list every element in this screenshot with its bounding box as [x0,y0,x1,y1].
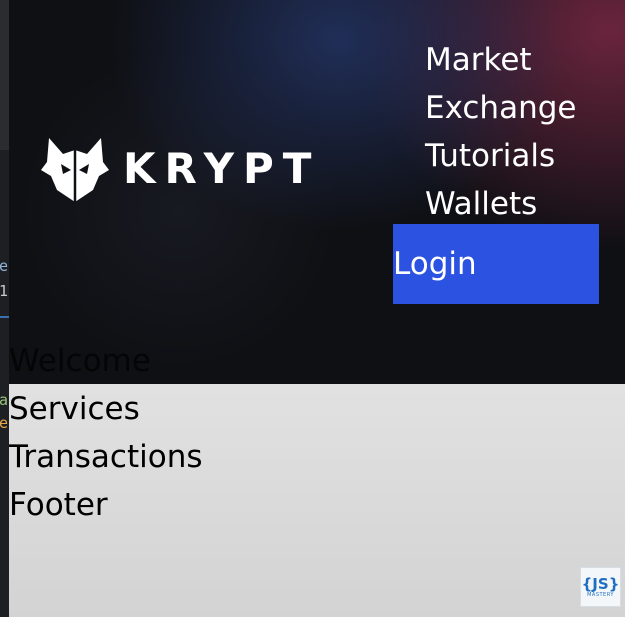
editor-glyph: e [0,257,9,275]
editor-glyph: a [0,391,9,409]
nav-item-exchange[interactable]: Exchange [425,84,576,132]
section-services: Services [9,391,140,427]
editor-glyph: 1 [0,282,9,300]
main-nav: Market Exchange Tutorials Wallets [425,36,576,228]
editor-divider [0,316,9,318]
brand-name: KRYPT [123,144,321,193]
js-mastery-watermark: {JS} MASTERY [580,567,621,607]
editor-panel-block [0,0,9,150]
section-transactions: Transactions [9,439,203,475]
section-list: Welcome Services Transactions Footer [9,337,203,529]
watermark-subtitle: MASTERY [587,591,614,598]
section-footer: Footer [9,487,108,523]
editor-glyph: e [0,414,9,432]
code-editor-edge: e 1 a e [0,0,9,617]
brand-logo[interactable]: KRYPT [41,134,320,204]
app-page: KRYPT Market Exchange Tutorials Wallets … [9,0,625,617]
login-button[interactable]: Login [393,224,599,304]
fox-mask-icon [41,138,109,202]
nav-item-wallets[interactable]: Wallets [425,180,576,228]
nav-item-market[interactable]: Market [425,36,576,84]
nav-item-tutorials[interactable]: Tutorials [425,132,576,180]
section-welcome: Welcome [9,343,151,379]
hero-section: KRYPT Market Exchange Tutorials Wallets … [9,0,625,384]
watermark-logo-text: {JS} [581,574,620,593]
